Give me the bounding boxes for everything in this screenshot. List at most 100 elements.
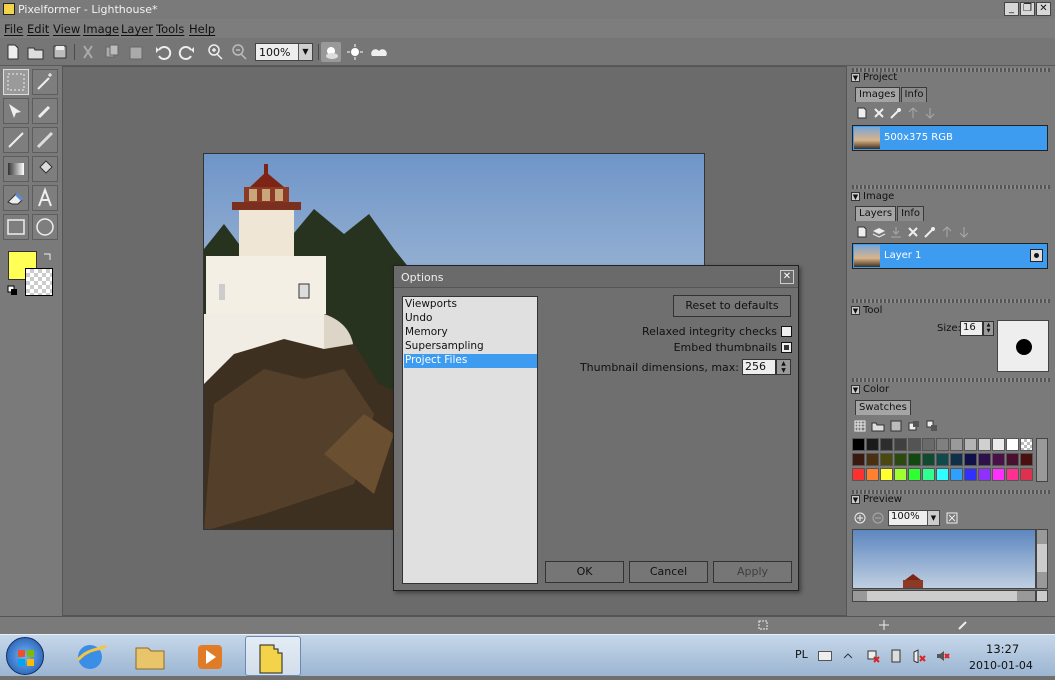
open-folder-icon[interactable] <box>26 42 46 62</box>
zoom-select[interactable]: 100% ▼ <box>255 43 313 61</box>
tab-swatches[interactable]: Swatches <box>855 400 911 415</box>
color-swatch[interactable] <box>852 438 865 451</box>
color-swatch[interactable] <box>852 468 865 481</box>
close-button[interactable]: ✕ <box>1036 2 1051 16</box>
volume-muted-icon[interactable] <box>936 649 950 663</box>
preview-zoom-select[interactable]: 100% ▼ <box>888 510 940 526</box>
color-swatch[interactable] <box>1006 453 1019 466</box>
pencil-icon[interactable] <box>3 127 29 153</box>
color-swatch[interactable] <box>894 438 907 451</box>
brush-size-input[interactable]: 16 <box>960 321 983 336</box>
new-image-icon[interactable] <box>855 106 869 120</box>
collapse-icon[interactable]: ▼ <box>851 72 860 82</box>
dialog-close-icon[interactable]: ✕ <box>780 270 794 284</box>
sun-icon[interactable] <box>345 42 365 62</box>
color-swatch[interactable] <box>922 468 935 481</box>
apply-button[interactable]: Apply <box>713 561 792 583</box>
color-swatch[interactable] <box>908 468 921 481</box>
reset-colors-icon[interactable] <box>7 285 19 297</box>
new-layer-icon[interactable] <box>855 225 869 239</box>
color-swatch[interactable] <box>964 453 977 466</box>
relaxed-checks-checkbox[interactable] <box>781 326 792 337</box>
layer-list-item[interactable]: Layer 1 <box>852 243 1048 269</box>
color-swatch[interactable] <box>950 453 963 466</box>
rectangle-shape-icon[interactable] <box>3 214 29 240</box>
category-supersampling[interactable]: Supersampling <box>404 340 537 354</box>
paint-bucket-icon[interactable] <box>32 156 58 182</box>
reset-defaults-button[interactable]: Reset to defaults <box>673 295 791 317</box>
cloud-icon[interactable] <box>369 42 389 62</box>
menu-view[interactable]: View <box>53 22 80 36</box>
project-panel-header[interactable]: ▼ Project <box>851 72 1051 85</box>
new-file-icon[interactable] <box>3 42 23 62</box>
tab-layers[interactable]: Layers <box>855 206 897 221</box>
color-swatch[interactable] <box>936 468 949 481</box>
category-memory[interactable]: Memory <box>404 326 537 340</box>
brush-size-stepper[interactable]: ▲ ▼ <box>983 321 994 336</box>
embed-thumbnails-checkbox[interactable] <box>781 342 792 353</box>
weather-sun-cloud-icon[interactable] <box>321 42 341 62</box>
color-panel-header[interactable]: ▼ Color <box>851 384 1051 397</box>
tab-image-info[interactable]: Info <box>897 206 925 221</box>
color-swatch[interactable] <box>1006 438 1019 451</box>
color-swatch[interactable] <box>880 468 893 481</box>
network-disconnected-icon[interactable] <box>866 649 880 663</box>
color-swatch[interactable] <box>1006 468 1019 481</box>
collapse-icon[interactable]: ▼ <box>851 494 860 504</box>
panel-divider[interactable] <box>852 378 1050 382</box>
text-tool-icon[interactable] <box>32 185 58 211</box>
category-undo[interactable]: Undo <box>404 312 537 326</box>
open-swatches-icon[interactable] <box>871 419 885 433</box>
keyboard-icon[interactable] <box>818 651 832 661</box>
show-hidden-icons-icon[interactable] <box>843 651 853 661</box>
clock-date[interactable]: 2010-01-04 <box>969 659 1033 672</box>
color-swatch[interactable] <box>964 468 977 481</box>
color-swatch[interactable] <box>922 453 935 466</box>
color-swatch[interactable] <box>950 468 963 481</box>
internet-explorer-icon[interactable] <box>62 636 118 676</box>
color-swatch[interactable] <box>964 438 977 451</box>
pixelformer-taskbar-button[interactable] <box>245 636 301 676</box>
delete-image-icon[interactable] <box>872 106 886 120</box>
undo-icon[interactable] <box>153 42 173 62</box>
eyedropper-icon[interactable] <box>32 98 58 124</box>
tab-project-info[interactable]: Info <box>900 87 928 102</box>
collapse-icon[interactable]: ▼ <box>851 191 860 201</box>
preview-zoom-out-icon[interactable] <box>871 511 885 525</box>
paste-icon[interactable] <box>126 42 146 62</box>
gradient-icon[interactable] <box>3 156 29 182</box>
preview-panel-header[interactable]: ▼ Preview <box>851 494 1051 507</box>
image-list-item[interactable]: 500x375 RGB <box>852 125 1048 151</box>
menu-file[interactable]: File <box>4 22 23 36</box>
minimize-button[interactable]: _ <box>1004 2 1019 16</box>
rect-select-icon[interactable] <box>3 69 29 95</box>
panel-divider[interactable] <box>852 299 1050 303</box>
layer-visibility-icon[interactable] <box>1030 249 1043 262</box>
clock-time[interactable]: 13:27 <box>986 642 1019 656</box>
background-color[interactable] <box>25 268 53 296</box>
color-swatch[interactable] <box>852 453 865 466</box>
grid-view-icon[interactable] <box>853 419 867 433</box>
thumbnail-stepper[interactable]: ▲ ▼ <box>776 359 791 375</box>
category-viewports[interactable]: Viewports <box>404 298 537 312</box>
tool-panel-header[interactable]: ▼ Tool <box>851 305 1051 318</box>
file-explorer-icon[interactable] <box>122 636 178 676</box>
color-swatch[interactable] <box>978 438 991 451</box>
move-down-icon[interactable] <box>923 106 937 120</box>
color-swatch[interactable] <box>992 468 1005 481</box>
ellipse-shape-icon[interactable] <box>32 214 58 240</box>
menu-edit[interactable]: Edit <box>27 22 49 36</box>
language-indicator[interactable]: PL <box>795 648 808 661</box>
chevron-down-icon[interactable]: ▼ <box>298 44 312 60</box>
menu-help[interactable]: Help <box>189 22 215 36</box>
color-swatch[interactable] <box>880 438 893 451</box>
swatch-add-icon[interactable] <box>907 419 921 433</box>
collapse-icon[interactable]: ▼ <box>851 384 860 394</box>
chevron-down-icon[interactable]: ▼ <box>927 511 939 525</box>
color-swatch[interactable] <box>936 438 949 451</box>
start-button[interactable] <box>6 637 44 675</box>
eraser-icon[interactable] <box>3 185 29 211</box>
brush-icon[interactable] <box>32 127 58 153</box>
color-swatch[interactable] <box>866 453 879 466</box>
preview-horizontal-scrollbar[interactable] <box>852 590 1036 602</box>
